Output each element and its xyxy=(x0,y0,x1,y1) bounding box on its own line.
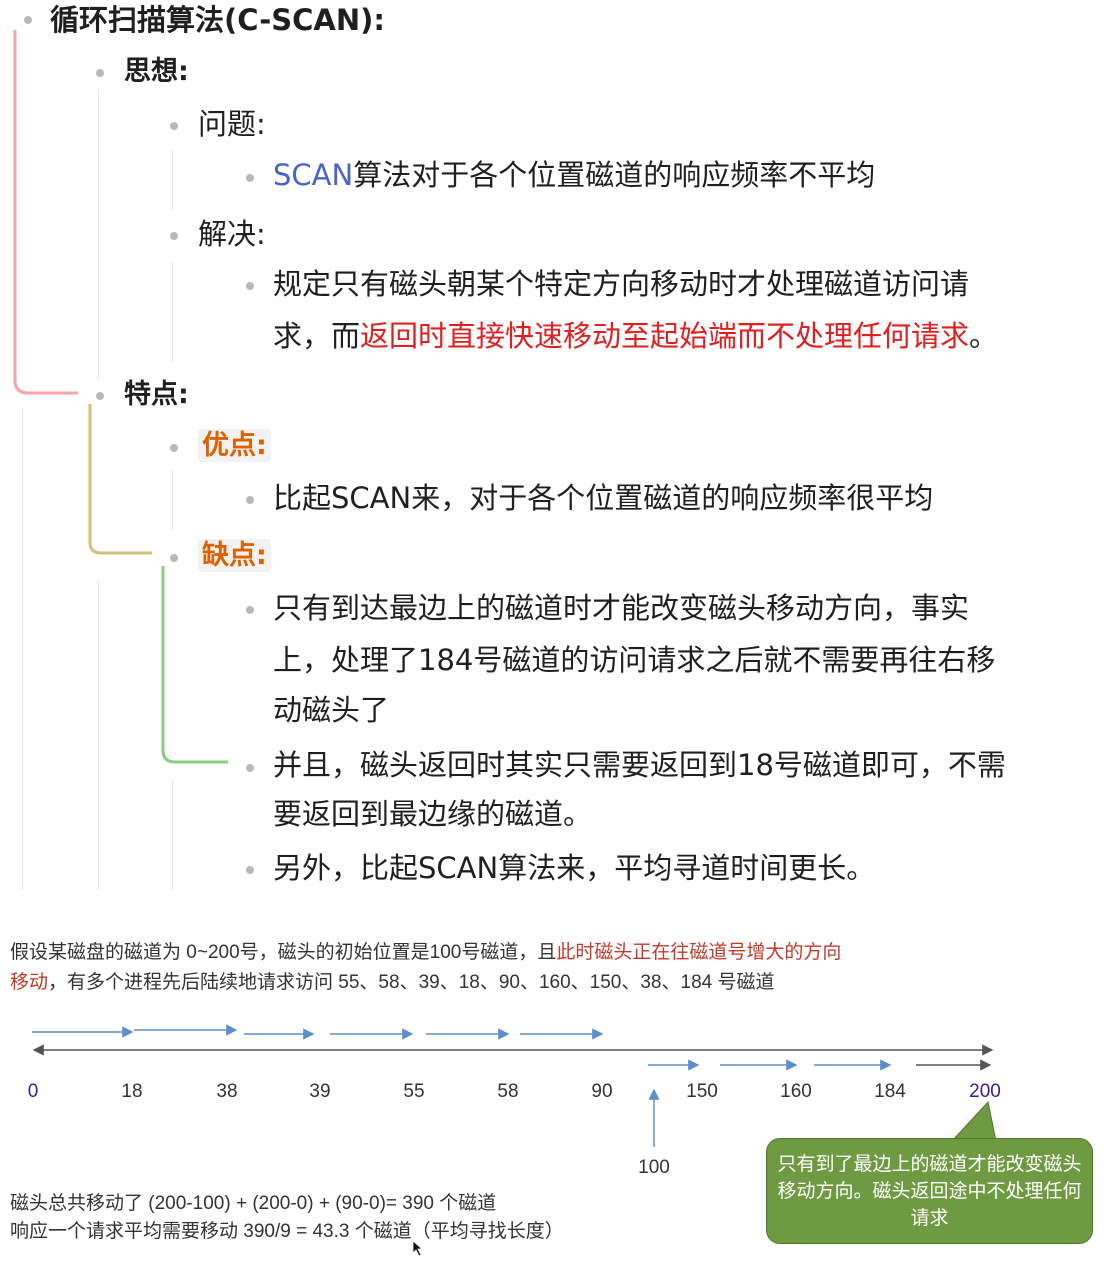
problem-item[interactable]: SCAN算法对于各个位置磁道的响应频率不平均 xyxy=(273,161,875,190)
cons-item-1-line-1[interactable]: 只有到达最边上的磁道时才能改变磁头移动方向，事实 xyxy=(273,594,969,623)
guide-line xyxy=(172,780,173,890)
track-label: 150 xyxy=(686,1081,718,1102)
total-movement-line: 磁头总共移动了 (200-100) + (200-0) + (90-0)= 39… xyxy=(10,1193,497,1214)
return-sweep-arrows xyxy=(32,1024,604,1040)
callout-box: 只有到了最边上的磁道才能改变磁头移动方向。磁头返回途中不处理任何请求 xyxy=(766,1138,1093,1244)
bullet xyxy=(246,496,254,504)
outline-title[interactable]: 循环扫描算法(C-SCAN): xyxy=(50,6,385,35)
callout-pointer xyxy=(950,1100,997,1142)
track-label: 0 xyxy=(27,1081,39,1102)
bullet xyxy=(246,174,254,182)
track-label: 38 xyxy=(216,1081,238,1102)
bullet xyxy=(24,16,32,24)
cons-item-1-line-2[interactable]: 上，处理了184号磁道的访问请求之后就不需要再往右移 xyxy=(273,646,995,675)
idea-label[interactable]: 思想: xyxy=(124,58,189,85)
track-label: 58 xyxy=(497,1081,519,1102)
guide-line xyxy=(172,470,173,530)
example-intro-line-1: 假设某磁盘的磁道为 0~200号，磁头的初始位置是100号磁道，且此时磁头正在往… xyxy=(10,943,841,962)
average-movement-line: 响应一个请求平均需要移动 390/9 = 43.3 个磁道（平均寻找长度） xyxy=(10,1221,564,1242)
intro-highlight: 移动 xyxy=(10,972,49,993)
mouse-cursor-icon xyxy=(412,1240,424,1257)
track-label: 160 xyxy=(780,1081,812,1102)
bullet xyxy=(96,392,104,400)
guide-line xyxy=(172,150,173,210)
bullet xyxy=(246,606,254,614)
track-label: 18 xyxy=(121,1081,143,1102)
solution-text: 求，而 xyxy=(273,319,361,353)
intro-text: 假设某磁盘的磁道为 0~200号，磁头的初始位置是100号磁道，且 xyxy=(10,942,557,963)
solution-label[interactable]: 解决: xyxy=(198,220,266,249)
cons-item-2-line-2[interactable]: 要返回到最边缘的磁道。 xyxy=(273,800,592,829)
bullet xyxy=(170,444,178,452)
scan-link[interactable]: SCAN xyxy=(273,158,353,192)
guide-line xyxy=(22,410,23,890)
bullet xyxy=(170,232,178,240)
guide-line xyxy=(98,580,99,890)
pros-item[interactable]: 比起SCAN来，对于各个位置磁道的响应频率很平均 xyxy=(273,484,933,513)
bullet xyxy=(96,69,104,77)
track-label: 90 xyxy=(591,1081,613,1102)
track-label: 55 xyxy=(403,1081,425,1102)
bullet xyxy=(246,282,254,290)
features-label[interactable]: 特点: xyxy=(124,381,189,408)
solution-line-2[interactable]: 求，而返回时直接快速移动至起始端而不处理任何请求。 xyxy=(273,322,998,351)
cons-item-2-line-1[interactable]: 并且，磁头返回时其实只需要返回到18号磁道即可，不需 xyxy=(273,751,1006,780)
bullet xyxy=(170,122,178,130)
bullet xyxy=(170,554,178,562)
solution-line-1[interactable]: 规定只有磁头朝某个特定方向移动时才处理磁道访问请 xyxy=(273,270,969,299)
bullet xyxy=(246,764,254,772)
guide-line xyxy=(172,262,173,362)
bullet xyxy=(246,866,254,874)
track-label: 184 xyxy=(874,1081,906,1102)
solution-text: 。 xyxy=(969,319,999,353)
pros-tag[interactable]: 优点: xyxy=(198,429,271,462)
solution-highlight: 返回时直接快速移动至起始端而不处理任何请求 xyxy=(360,319,970,353)
problem-label[interactable]: 问题: xyxy=(198,110,266,139)
intro-text: ，有多个进程先后陆续地请求访问 55、58、39、18、90、160、150、3… xyxy=(48,972,775,993)
intro-highlight: 此时磁头正在往磁道号增大的方向 xyxy=(556,942,842,963)
cons-item-1-line-3[interactable]: 动磁头了 xyxy=(273,696,389,725)
track-label: 39 xyxy=(309,1081,331,1102)
problem-item-text: 算法对于各个位置磁道的响应频率不平均 xyxy=(353,158,876,192)
cons-item-3[interactable]: 另外，比起SCAN算法来，平均寻道时间更长。 xyxy=(273,854,875,883)
guide-line xyxy=(98,90,99,380)
start-position-label: 100 xyxy=(638,1157,670,1178)
cons-tag[interactable]: 缺点: xyxy=(198,539,271,572)
example-intro-line-2: 移动，有多个进程先后陆续地请求访问 55、58、39、18、90、160、150… xyxy=(10,973,774,992)
